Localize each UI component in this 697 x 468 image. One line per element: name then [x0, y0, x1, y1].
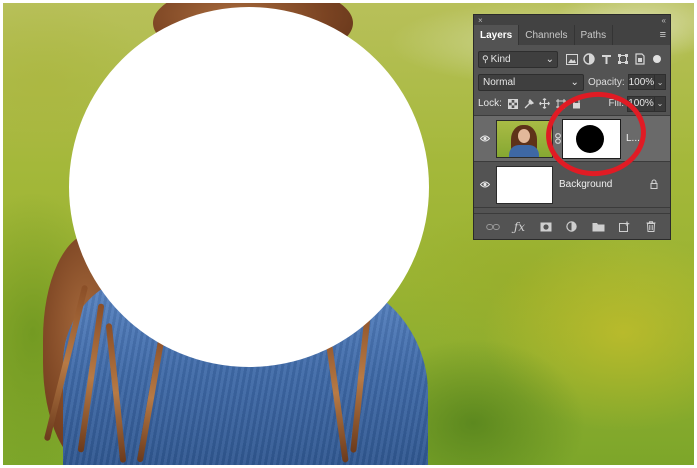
filter-row: ⚲ Kind ⌄ — [474, 48, 670, 70]
opacity-label: Opacity: — [587, 76, 625, 88]
filter-kind-select[interactable]: ⚲ Kind ⌄ — [478, 50, 558, 68]
panel-title-bar: × « — [474, 15, 670, 25]
lock-image-icon[interactable] — [523, 97, 535, 111]
new-layer-icon[interactable] — [618, 220, 632, 234]
adjustment-filter-icon[interactable] — [582, 52, 596, 66]
filter-kind-value: Kind — [490, 53, 511, 65]
eye-icon[interactable] — [474, 135, 496, 142]
thumb-body — [509, 144, 539, 157]
fill-dropdown-icon[interactable]: ⌄ — [655, 95, 666, 112]
blend-mode-select[interactable]: Normal ⌄ — [478, 73, 584, 91]
fx-icon[interactable]: ƒx — [512, 220, 526, 234]
layer-thumbnail-background[interactable] — [496, 165, 553, 204]
type-filter-icon[interactable] — [599, 52, 613, 66]
blend-mode-value: Normal — [483, 76, 516, 88]
layer-name[interactable]: Background — [559, 179, 612, 190]
lock-transparent-icon[interactable] — [507, 97, 519, 111]
panel-bottom-toolbar: ƒx — [474, 213, 670, 239]
layer-thumbnail-photo[interactable] — [496, 119, 553, 158]
filter-icons — [565, 52, 661, 66]
chevron-down-icon: ⌄ — [545, 53, 554, 65]
search-icon: ⚲ — [482, 53, 489, 64]
tab-layers[interactable]: Layers — [474, 25, 520, 45]
chevron-down-icon: ⌄ — [570, 76, 579, 88]
eye-icon[interactable] — [474, 181, 496, 188]
opacity-input[interactable]: 100% — [627, 74, 656, 90]
link-layers-icon[interactable] — [486, 220, 500, 234]
trash-icon[interactable] — [644, 220, 658, 234]
tab-channels[interactable]: Channels — [519, 25, 575, 45]
adjustment-layer-icon[interactable] — [565, 220, 579, 234]
lock-position-icon[interactable] — [539, 97, 551, 111]
panel-tabs: Layers Channels Paths ≡ — [474, 25, 670, 45]
filter-toggle-icon[interactable] — [653, 55, 661, 63]
smart-object-filter-icon[interactable] — [633, 52, 647, 66]
white-mask-circle — [69, 7, 429, 367]
image-filter-icon[interactable] — [565, 52, 579, 66]
close-icon[interactable]: × — [478, 16, 483, 25]
lock-label: Lock: — [478, 98, 502, 109]
collapse-icon[interactable]: « — [662, 16, 666, 25]
opacity-dropdown-icon[interactable]: ⌄ — [655, 74, 666, 90]
add-mask-icon[interactable] — [539, 220, 553, 234]
shape-filter-icon[interactable] — [616, 52, 630, 66]
new-group-icon[interactable] — [591, 220, 605, 234]
blend-row: Normal ⌄ Opacity: 100% ⌄ — [474, 71, 670, 93]
lock-icon — [650, 178, 658, 191]
tab-paths[interactable]: Paths — [575, 25, 614, 45]
thumb-face — [518, 128, 530, 143]
panel-menu-icon[interactable]: ≡ — [660, 29, 666, 41]
